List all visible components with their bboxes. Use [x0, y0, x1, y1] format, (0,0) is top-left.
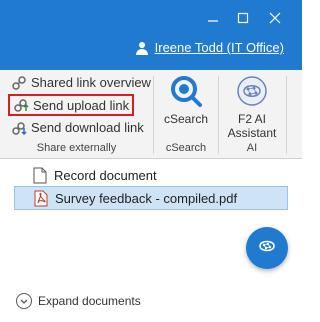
- send-download-link-button[interactable]: Send download link: [11, 118, 144, 137]
- user-icon: [135, 41, 149, 55]
- pdf-icon: [33, 189, 49, 207]
- f2-ai-assistant-button[interactable]: F2 AI Assistant: [221, 74, 283, 140]
- ribbon-divider: [153, 76, 154, 154]
- share-externally-group-label: Share externally: [36, 142, 117, 154]
- list-item[interactable]: Record document: [14, 164, 286, 186]
- document-icon: [32, 166, 48, 184]
- title-bar: Ireene Todd (IT Office): [0, 0, 302, 70]
- share-externally-group: Shared link overview Send upload link Se…: [0, 70, 153, 158]
- ribbon: Shared link overview Send upload link Se…: [0, 70, 302, 159]
- ribbon-divider: [218, 76, 219, 154]
- send-upload-link-label: Send upload link: [33, 97, 130, 113]
- chevron-down-icon: [16, 293, 32, 309]
- download-link-icon: [11, 120, 27, 136]
- ribbon-divider: [286, 76, 287, 154]
- ai-group-label: AI: [246, 142, 258, 154]
- expand-documents-label: Expand documents: [38, 294, 141, 308]
- csearch-button[interactable]: cSearch: [156, 74, 216, 126]
- document-name: Survey feedback - compiled.pdf: [55, 190, 238, 206]
- list-item[interactable]: Survey feedback - compiled.pdf: [14, 186, 288, 210]
- user-name[interactable]: Ireene Todd (IT Office): [155, 40, 284, 55]
- f2-ai-assistant-label: F2 AI Assistant: [227, 112, 277, 140]
- shared-link-icon: [11, 75, 27, 91]
- shared-link-overview-label: Shared link overview: [31, 75, 151, 90]
- minimize-icon[interactable]: [206, 11, 220, 25]
- shared-link-overview-button[interactable]: Shared link overview: [11, 73, 151, 92]
- close-icon[interactable]: [268, 11, 282, 25]
- expand-documents-toggle[interactable]: Expand documents: [16, 293, 141, 309]
- upload-link-icon: [13, 97, 29, 113]
- maximize-icon[interactable]: [236, 11, 250, 25]
- csearch-group-label: cSearch: [165, 142, 207, 154]
- ai-assistant-fab[interactable]: [246, 227, 288, 269]
- ai-brain-icon: [256, 235, 278, 262]
- ai-brain-icon: [235, 74, 269, 108]
- csearch-icon: [169, 74, 203, 108]
- send-upload-link-button[interactable]: Send upload link: [8, 94, 135, 116]
- user-link[interactable]: Ireene Todd (IT Office): [135, 40, 284, 55]
- csearch-button-label: cSearch: [163, 112, 209, 126]
- send-download-link-label: Send download link: [31, 120, 144, 135]
- document-name: Record document: [54, 167, 157, 183]
